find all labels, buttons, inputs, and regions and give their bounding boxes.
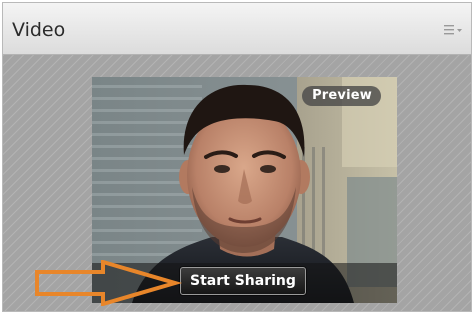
pod-title: Video — [12, 19, 66, 41]
pod-body: Preview Start Sharing — [3, 55, 471, 311]
right-arrow-outline-icon — [35, 260, 183, 306]
start-sharing-button[interactable]: Start Sharing — [180, 267, 306, 295]
preview-badge: Preview — [302, 86, 381, 106]
pod-options-menu-icon[interactable] — [443, 22, 463, 36]
pod-header: Video — [3, 3, 471, 55]
video-pod: Video Preview Start Sharing — [2, 2, 472, 312]
